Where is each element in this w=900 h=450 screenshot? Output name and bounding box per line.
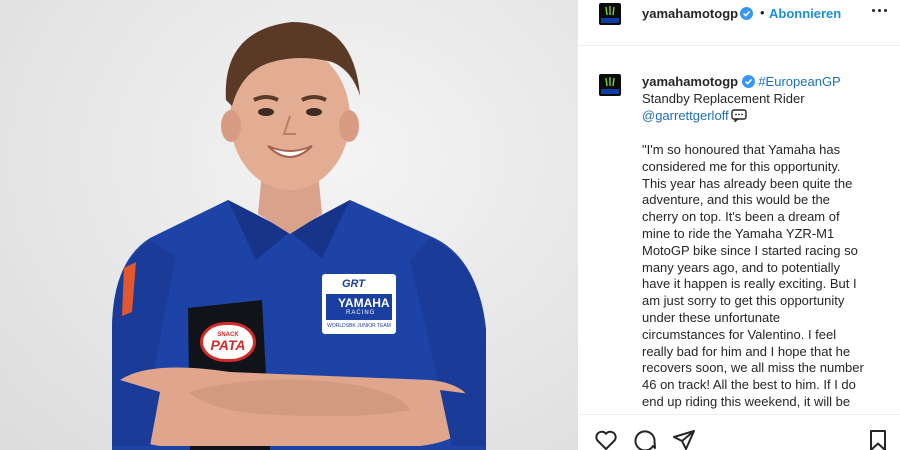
post-header: yamahamotogp • Abonnieren <box>578 0 900 28</box>
bookmark-icon[interactable] <box>867 429 889 450</box>
verified-icon <box>741 75 755 88</box>
yamaha-logo-sub: RACING <box>346 310 376 316</box>
header-divider <box>578 45 900 46</box>
caption-first-line: yamahamotogp #EuropeanGP <box>642 74 841 89</box>
avatar-brand-strip <box>601 18 619 23</box>
monster-claw-icon <box>605 77 615 87</box>
caption-mention-line: @garrettgerloff <box>642 108 878 125</box>
caption-avatar[interactable] <box>599 74 621 96</box>
rider-photo <box>112 22 486 450</box>
caption-quote: "I'm so honoured that Yamaha has conside… <box>642 142 864 409</box>
pata-sponsor-badge: SNACK PATA <box>200 322 256 362</box>
grt-logo: GRT <box>342 278 366 290</box>
caption-line2: Standby Replacement Rider <box>642 91 805 106</box>
post-username[interactable]: yamahamotogp <box>642 6 738 21</box>
post-image[interactable]: SNACK PATA GRT YAMAHA RACING WORLDSBK JU… <box>0 0 578 450</box>
caption-mention[interactable]: @garrettgerloff <box>642 108 729 123</box>
pata-badge-text: PATA <box>210 336 246 353</box>
comment-bubble-icon <box>730 109 747 122</box>
avatar[interactable] <box>599 3 621 25</box>
verified-icon <box>740 7 753 20</box>
heart-icon[interactable] <box>594 429 618 450</box>
action-bar <box>578 414 900 450</box>
caption-hashtag[interactable]: #EuropeanGP <box>758 74 840 89</box>
caption-intro: Standby Replacement Rider @garrettgerlof… <box>642 91 878 125</box>
comment-icon[interactable] <box>633 429 657 450</box>
avatar-brand-strip <box>601 89 619 94</box>
more-icon[interactable] <box>870 9 890 15</box>
separator-dot: • <box>760 5 765 20</box>
caption-username[interactable]: yamahamotogp <box>642 74 738 89</box>
yamaha-logo-box: YAMAHA RACING <box>326 294 392 320</box>
monster-claw-icon <box>605 6 615 16</box>
share-icon[interactable] <box>672 429 696 450</box>
team-logo-footer: WORLDSBK JUNIOR TEAM <box>327 323 391 329</box>
team-logo: GRT YAMAHA RACING WORLDSBK JUNIOR TEAM <box>322 274 396 334</box>
post-sidebar: yamahamotogp • Abonnieren yamahamotogp #… <box>578 0 900 450</box>
follow-button[interactable]: Abonnieren <box>769 6 841 21</box>
yamaha-logo-text: YAMAHA <box>338 296 390 310</box>
